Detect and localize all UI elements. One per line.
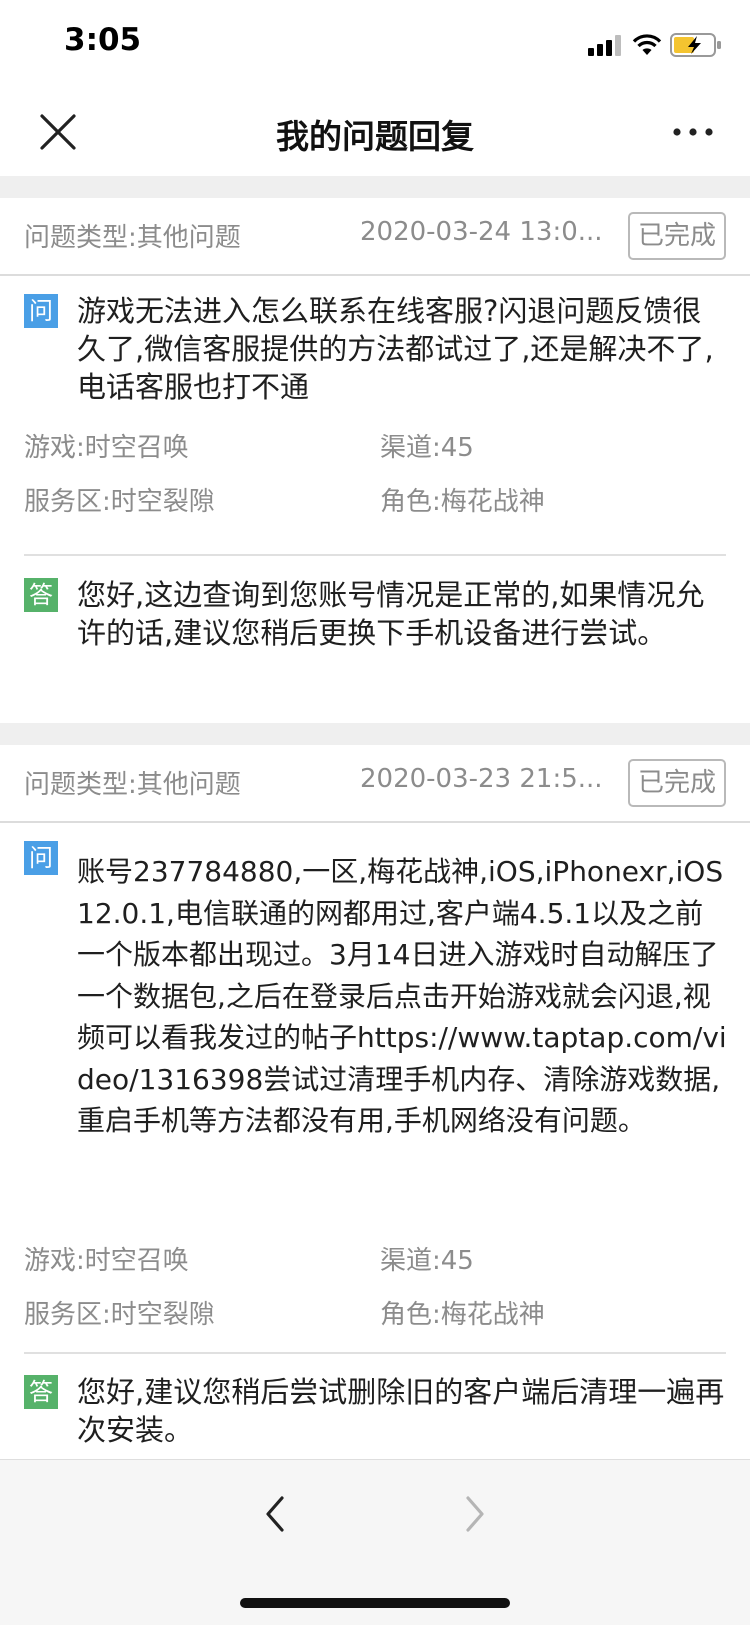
server-info: 服务区:时空裂隙 bbox=[24, 1300, 215, 1330]
ticket-header: 问题类型:其他问题 2020-03-23 21:5... 已完成 bbox=[0, 745, 750, 823]
answer-tag: 答 bbox=[24, 578, 58, 612]
nav-bar: 我的问题回复 bbox=[0, 88, 750, 176]
ticket-header: 问题类型:其他问题 2020-03-24 13:0... 已完成 bbox=[0, 198, 750, 276]
page-title: 我的问题回复 bbox=[276, 117, 474, 156]
ticket-card: 问题类型:其他问题 2020-03-24 13:0... 已完成 问 游戏无法进… bbox=[0, 198, 750, 723]
question-tag: 问 bbox=[24, 841, 58, 875]
answer-text: 您好,这边查询到您账号情况是正常的,如果情况允许的话,建议您稍后更换下手机设备进… bbox=[77, 578, 705, 650]
battery-charging-icon bbox=[670, 33, 721, 57]
channel-info: 渠道:45 bbox=[380, 433, 474, 463]
status-badge: 已完成 bbox=[628, 212, 726, 260]
game-info: 游戏:时空召唤 bbox=[24, 433, 189, 463]
question-tag: 问 bbox=[24, 294, 58, 328]
issue-type-label: 问题类型: bbox=[24, 770, 137, 800]
server-info: 服务区:时空裂隙 bbox=[24, 487, 215, 517]
issue-type-value: 其他问题 bbox=[136, 223, 241, 253]
status-bar: 3:05 bbox=[0, 0, 750, 88]
bottom-toolbar bbox=[0, 1459, 750, 1625]
issue-type: 问题类型:其他问题 bbox=[24, 217, 241, 254]
role-info: 角色:梅花战神 bbox=[380, 1300, 545, 1330]
question-text: 账号237784880,一区,梅花战神,iOS,iPhonexr,iOS12.0… bbox=[77, 855, 727, 1137]
role-info: 角色:梅花战神 bbox=[380, 487, 545, 517]
answer-text: 您好,建议您稍后尝试删除旧的客户端后清理一遍再次安装。 bbox=[77, 1375, 725, 1447]
question-text: 游戏无法进入怎么联系在线客服?闪退问题反馈很久了,微信客服提供的方法都试过了,还… bbox=[77, 294, 714, 404]
issue-type: 问题类型:其他问题 bbox=[24, 764, 241, 801]
status-time: 3:05 bbox=[64, 22, 142, 58]
divider bbox=[24, 554, 726, 556]
ticket-card: 问题类型:其他问题 2020-03-23 21:5... 已完成 问 账号237… bbox=[0, 745, 750, 1459]
answer-tag: 答 bbox=[24, 1375, 58, 1409]
wifi-icon bbox=[632, 34, 662, 55]
home-indicator bbox=[240, 1598, 510, 1608]
more-icon[interactable] bbox=[672, 122, 714, 142]
status-badge: 已完成 bbox=[628, 759, 726, 807]
game-info: 游戏:时空召唤 bbox=[24, 1246, 189, 1276]
ticket-date: 2020-03-24 13:0... bbox=[360, 217, 603, 247]
channel-info: 渠道:45 bbox=[380, 1246, 474, 1276]
issue-type-value: 其他问题 bbox=[136, 770, 241, 800]
issue-type-label: 问题类型: bbox=[24, 223, 137, 253]
chevron-left-icon[interactable] bbox=[258, 1488, 292, 1540]
divider bbox=[24, 1352, 726, 1354]
ticket-date: 2020-03-23 21:5... bbox=[360, 764, 603, 794]
cellular-signal-icon bbox=[588, 35, 621, 56]
chevron-right-icon[interactable] bbox=[458, 1488, 492, 1540]
